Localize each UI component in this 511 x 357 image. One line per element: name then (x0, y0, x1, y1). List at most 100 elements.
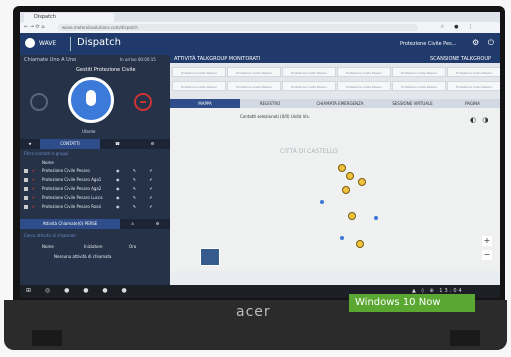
check-icon: ✔ (32, 195, 36, 200)
list-item[interactable]: ✔ Protezione Civile Pesaro Rossi ◉ ✎ ✔ (24, 203, 166, 211)
tab-virtual-session[interactable]: SESSIONE VIRTUALE (380, 99, 445, 108)
check-icon: ✔ (32, 186, 36, 191)
taskbar-app-icons[interactable]: ⊞ ◎ ● ● ● ● (26, 287, 133, 294)
talkgroup-tile[interactable]: Protezione Civile Pesaro (337, 67, 391, 77)
column-nome: Nome (42, 244, 54, 249)
unit-marker[interactable] (342, 186, 350, 194)
laptop-base: acer Windows 10 Now (4, 294, 507, 350)
scan-toggle[interactable]: SCANSIONE TALKGROUP (430, 55, 491, 63)
empty-message: Nessuna attività di chiamata (54, 254, 112, 259)
tab-map[interactable]: MAPPA (170, 99, 240, 108)
view-tabs: MAPPA REGISTRO CHIAMATA EMERGENZA SESSIO… (170, 99, 500, 108)
talkgroup-tile[interactable]: Protezione Civile Pesaro (172, 81, 226, 91)
list-item[interactable]: ✔ Protezione Civile Pesaro Lucca ◉ ✎ ✔ (24, 194, 166, 202)
channel-title: Chiamate Uno A Uno (24, 57, 77, 63)
map-view[interactable]: Contatti selezionati (0/0) Unità Vis. CI… (170, 108, 500, 271)
user-label: Utente (82, 129, 96, 134)
monitored-title: ATTIVITÀ TALKGROUP MONITORATI (174, 56, 261, 62)
location-dot[interactable] (374, 216, 378, 220)
checkbox[interactable] (24, 187, 28, 191)
tab-activity-settings[interactable]: ⚙ (145, 219, 170, 229)
end-call-button[interactable] (134, 93, 152, 111)
map-region-label: CITTÀ DI CASTELLO (280, 148, 338, 155)
unit-marker[interactable] (356, 240, 364, 248)
tab-paging[interactable]: PAGINA (445, 99, 500, 108)
browser-tab[interactable]: Dispatch (24, 13, 114, 22)
browser-extension-icons[interactable]: ☆ ● ⋮ (440, 24, 477, 30)
zoom-in-button[interactable]: + (482, 236, 492, 246)
settings-icon[interactable]: ⚙ ⏻ (472, 38, 497, 48)
talkgroup-tile[interactable]: Protezione Civile Pesaro (172, 67, 226, 77)
app-header: WAVE Dispatch Protezione Civile Pes... ⚙… (20, 33, 500, 55)
mute-button[interactable] (30, 93, 48, 111)
windows-sticker: Windows 10 Now (349, 294, 475, 312)
tab-settings[interactable]: ⚙ (135, 139, 170, 149)
push-to-talk-button[interactable] (68, 77, 114, 123)
talkgroup-tile[interactable]: Protezione Civile Pesaro (227, 67, 281, 77)
browser-tab-title: Dispatch (34, 14, 56, 20)
unit-marker[interactable] (338, 164, 346, 172)
row-action-icons[interactable]: ◉ ✎ ✔ (116, 185, 159, 193)
checkbox[interactable] (24, 178, 28, 182)
checkbox[interactable] (24, 205, 28, 209)
check-icon: ✔ (32, 204, 36, 209)
zoom-out-button[interactable]: − (482, 250, 492, 260)
talkgroup-tile[interactable]: Protezione Civile Pesaro (227, 81, 281, 91)
map-layer-icon[interactable]: ◐ ◑ (470, 116, 490, 124)
checkbox[interactable] (24, 169, 28, 173)
talkgroup-tile[interactable]: Protezione Civile Pesaro (447, 67, 500, 77)
url-field[interactable]: wave.motorolasolutions.com/dispatch (58, 24, 418, 31)
monitored-header: ATTIVITÀ TALKGROUP MONITORATI SCANSIONE … (170, 55, 500, 63)
contact-name: Protezione Civile Pesaro (42, 168, 90, 173)
browser-nav-icons[interactable]: ← → ⟳ ⌂ (24, 24, 45, 30)
talkgroup-tile[interactable]: Protezione Civile Pesaro (447, 81, 500, 91)
unit-marker[interactable] (348, 212, 356, 220)
tab-emergency[interactable]: CHIAMATA EMERGENZA (300, 99, 380, 108)
column-name: Nome (42, 160, 54, 165)
wave-logo-icon (25, 38, 35, 48)
browser-address-bar: ← → ⟳ ⌂ wave.motorolasolutions.com/dispa… (20, 22, 500, 33)
activity-tabs: Attività Chiamate(0) PERSE ⚠ ⚙ (20, 219, 170, 229)
browser-tab-bar: Dispatch (20, 12, 500, 22)
tab-log[interactable]: REGISTRO (240, 99, 300, 108)
list-item[interactable]: ✔ Protezione Civile Pesaro ◉ ✎ ✔ (24, 167, 166, 175)
user-name[interactable]: Protezione Civile Pes... (400, 41, 456, 47)
activity-filter-input[interactable]: Cerca attività di chiamate (24, 233, 76, 238)
check-icon: ✔ (32, 177, 36, 182)
tab-calls[interactable]: ☎ (100, 139, 135, 149)
unit-marker[interactable] (358, 178, 366, 186)
channel-time: In arrivo 00:00:15 (120, 57, 156, 62)
acer-logo: acer (236, 304, 271, 320)
list-header: Nome (24, 159, 166, 167)
row-action-icons[interactable]: ◉ ✎ ✔ (116, 203, 159, 211)
list-item[interactable]: ✔ Protezione Civile Pesaro Aga2 ◉ ✎ ✔ (24, 185, 166, 193)
check-icon: ✔ (32, 168, 36, 173)
location-dot[interactable] (320, 200, 324, 204)
tab-contacts[interactable]: CONTATTI (40, 139, 100, 149)
column-iniziatore: Iniziatore (84, 244, 103, 249)
row-action-icons[interactable]: ◉ ✎ ✔ (116, 167, 159, 175)
right-panel: ATTIVITÀ TALKGROUP MONITORATI SCANSIONE … (170, 55, 500, 285)
activity-header: Nome Iniziatore Ora (24, 243, 166, 251)
screen: Dispatch ← → ⟳ ⌂ wave.motorolasolutions.… (20, 12, 500, 298)
row-action-icons[interactable]: ◉ ✎ ✔ (116, 176, 159, 184)
talkgroup-tile[interactable]: Protezione Civile Pesaro (282, 67, 336, 77)
checkbox[interactable] (24, 196, 28, 200)
talkgroup-tile[interactable]: Protezione Civile Pesaro (337, 81, 391, 91)
contacts-filter-input[interactable]: Filtra contatti o gruppi (24, 151, 69, 156)
talkgroup-tile[interactable]: Protezione Civile Pesaro (392, 67, 446, 77)
header-divider (70, 37, 71, 51)
map-thumbnail[interactable] (200, 248, 220, 266)
left-panel: Chiamate Uno A Uno In arrivo 00:00:15 Ge… (20, 55, 170, 285)
location-dot[interactable] (340, 236, 344, 240)
tab-favorites[interactable]: ★ (20, 139, 40, 149)
contact-name: Protezione Civile Pesaro Aga2 (42, 186, 102, 191)
row-action-icons[interactable]: ◉ ✎ ✔ (116, 194, 159, 202)
talkgroup-tile[interactable]: Protezione Civile Pesaro (392, 81, 446, 91)
talkgroup-tile[interactable]: Protezione Civile Pesaro (282, 81, 336, 91)
tab-alerts[interactable]: ⚠ (120, 219, 145, 229)
list-item[interactable]: ✔ Protezione Civile Pesaro Aga1 ◉ ✎ ✔ (24, 176, 166, 184)
unit-marker[interactable] (346, 172, 354, 180)
tab-call-activity[interactable]: Attività Chiamate(0) PERSE (20, 219, 120, 229)
channel-name: Gestiti Protezione Civile (76, 67, 136, 73)
